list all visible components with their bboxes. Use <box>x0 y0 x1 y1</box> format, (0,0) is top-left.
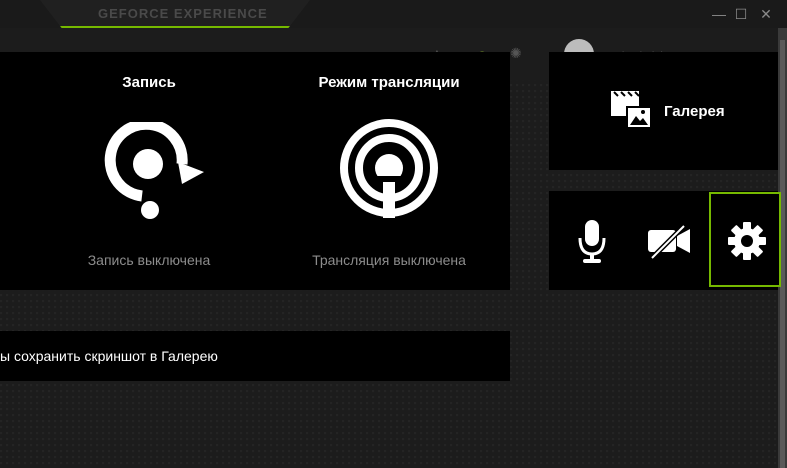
gallery-icon[interactable] <box>610 90 652 132</box>
settings-gear-icon[interactable]: ✺ <box>510 45 522 62</box>
broadcast-title: Режим трансляции <box>318 74 460 91</box>
record-icon[interactable] <box>100 122 208 222</box>
title-bar: GEFORCE EXPERIENCE — ☐ ✕ <box>0 0 787 28</box>
broadcast-status: Трансляция выключена <box>312 252 466 268</box>
gallery-label: Галерея <box>664 103 725 120</box>
minimize-button[interactable]: — <box>709 4 729 24</box>
microphone-icon[interactable] <box>577 218 607 264</box>
app-title: GEFORCE EXPERIENCE <box>98 6 268 21</box>
settings-button[interactable] <box>709 192 781 287</box>
camera-off-icon[interactable] <box>646 224 692 260</box>
gear-icon <box>728 222 766 260</box>
record-title: Запись <box>122 74 176 91</box>
close-button[interactable]: ✕ <box>756 4 776 24</box>
record-status: Запись выключена <box>87 252 211 268</box>
maximize-button[interactable]: ☐ <box>731 4 751 24</box>
screenshot-hint: ы сохранить скриншот в Галерею <box>0 348 218 364</box>
broadcast-icon[interactable] <box>337 118 441 222</box>
